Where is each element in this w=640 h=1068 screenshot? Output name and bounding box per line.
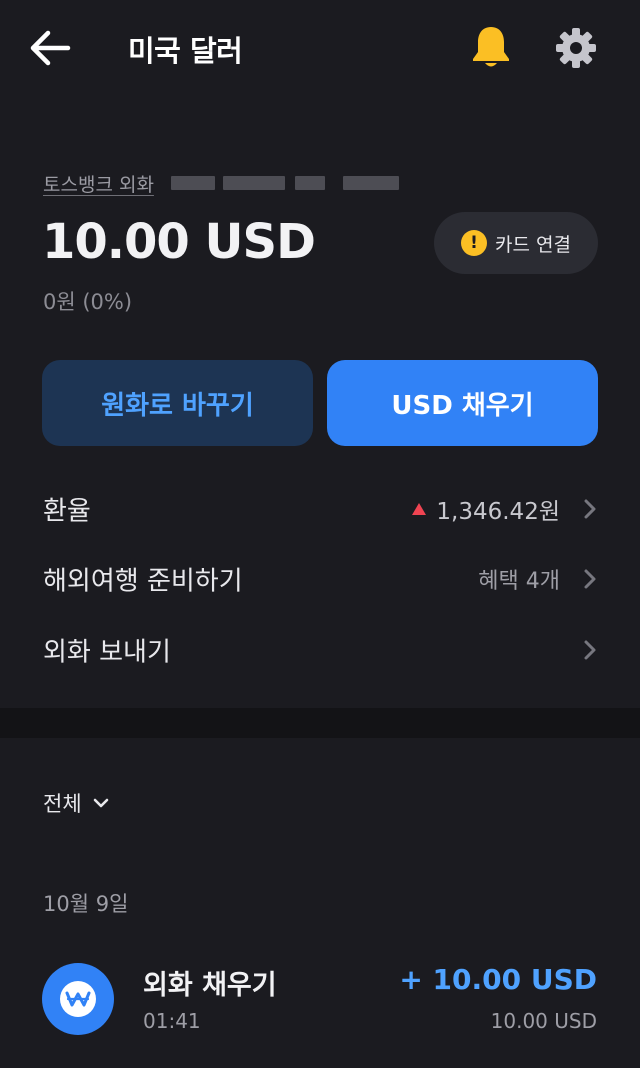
chevron-right-icon	[584, 499, 596, 519]
up-triangle-icon	[412, 503, 427, 515]
warning-icon: !	[461, 230, 488, 256]
transaction-balance: 10.00 USD	[490, 1009, 597, 1033]
app-header: 미국 달러	[0, 0, 640, 96]
transaction-amount: + 10.00 USD	[399, 963, 597, 996]
balance-amount: 10.00 USD	[42, 214, 316, 270]
screen: 미국 달러 토스뱅크 외화 10.00 USD 0원 (0%) ! 카드 연결 …	[0, 0, 640, 1068]
transaction-time: 01:41	[143, 1009, 201, 1033]
row-label: 해외여행 준비하기	[43, 566, 243, 597]
chevron-right-icon	[584, 569, 596, 589]
notification-button[interactable]	[470, 24, 512, 70]
exchange-rate-value: 1,346.42원	[436, 499, 560, 525]
krw-value: 0원 (0%)	[43, 290, 133, 314]
row-label: 외화 보내기	[43, 637, 171, 668]
account-name-area: 토스뱅크 외화	[43, 170, 399, 200]
gear-icon	[556, 28, 596, 68]
page-title: 미국 달러	[128, 34, 243, 68]
card-link-label: 카드 연결	[495, 233, 571, 256]
back-button[interactable]	[28, 28, 72, 68]
masked-account-number	[295, 176, 325, 190]
chevron-right-icon	[584, 640, 596, 660]
back-arrow-icon	[30, 30, 71, 66]
transaction-title: 외화 채우기	[143, 970, 277, 1001]
masked-account-number	[223, 176, 285, 190]
benefits-count: 혜택 4개	[478, 569, 560, 594]
fill-usd-button[interactable]: USD 채우기	[327, 360, 598, 446]
convert-to-krw-button[interactable]: 원화로 바꾸기	[42, 360, 313, 446]
filter-label: 전체	[43, 792, 82, 816]
settings-button[interactable]	[554, 26, 598, 70]
card-link-button[interactable]: ! 카드 연결	[434, 212, 598, 274]
masked-account-number	[343, 176, 399, 190]
send-foreign-currency-row[interactable]: 외화 보내기	[0, 618, 640, 682]
transaction-item[interactable]: 외화 채우기 01:41 + 10.00 USD 10.00 USD	[0, 955, 640, 1055]
section-divider	[0, 708, 640, 738]
account-name-link[interactable]: 토스뱅크 외화	[43, 174, 154, 196]
bell-icon	[473, 27, 509, 67]
masked-account-number	[171, 176, 215, 190]
transaction-date-header: 10월 9일	[43, 892, 129, 916]
row-value-wrap: 1,346.42원	[412, 492, 560, 526]
won-coin-icon	[42, 963, 114, 1035]
transaction-filter-dropdown[interactable]: 전체	[43, 788, 110, 818]
travel-prep-row[interactable]: 해외여행 준비하기 혜택 4개	[0, 547, 640, 611]
exchange-rate-row[interactable]: 환율 1,346.42원	[0, 477, 640, 541]
row-label: 환율	[43, 496, 91, 527]
chevron-down-icon	[93, 798, 108, 808]
